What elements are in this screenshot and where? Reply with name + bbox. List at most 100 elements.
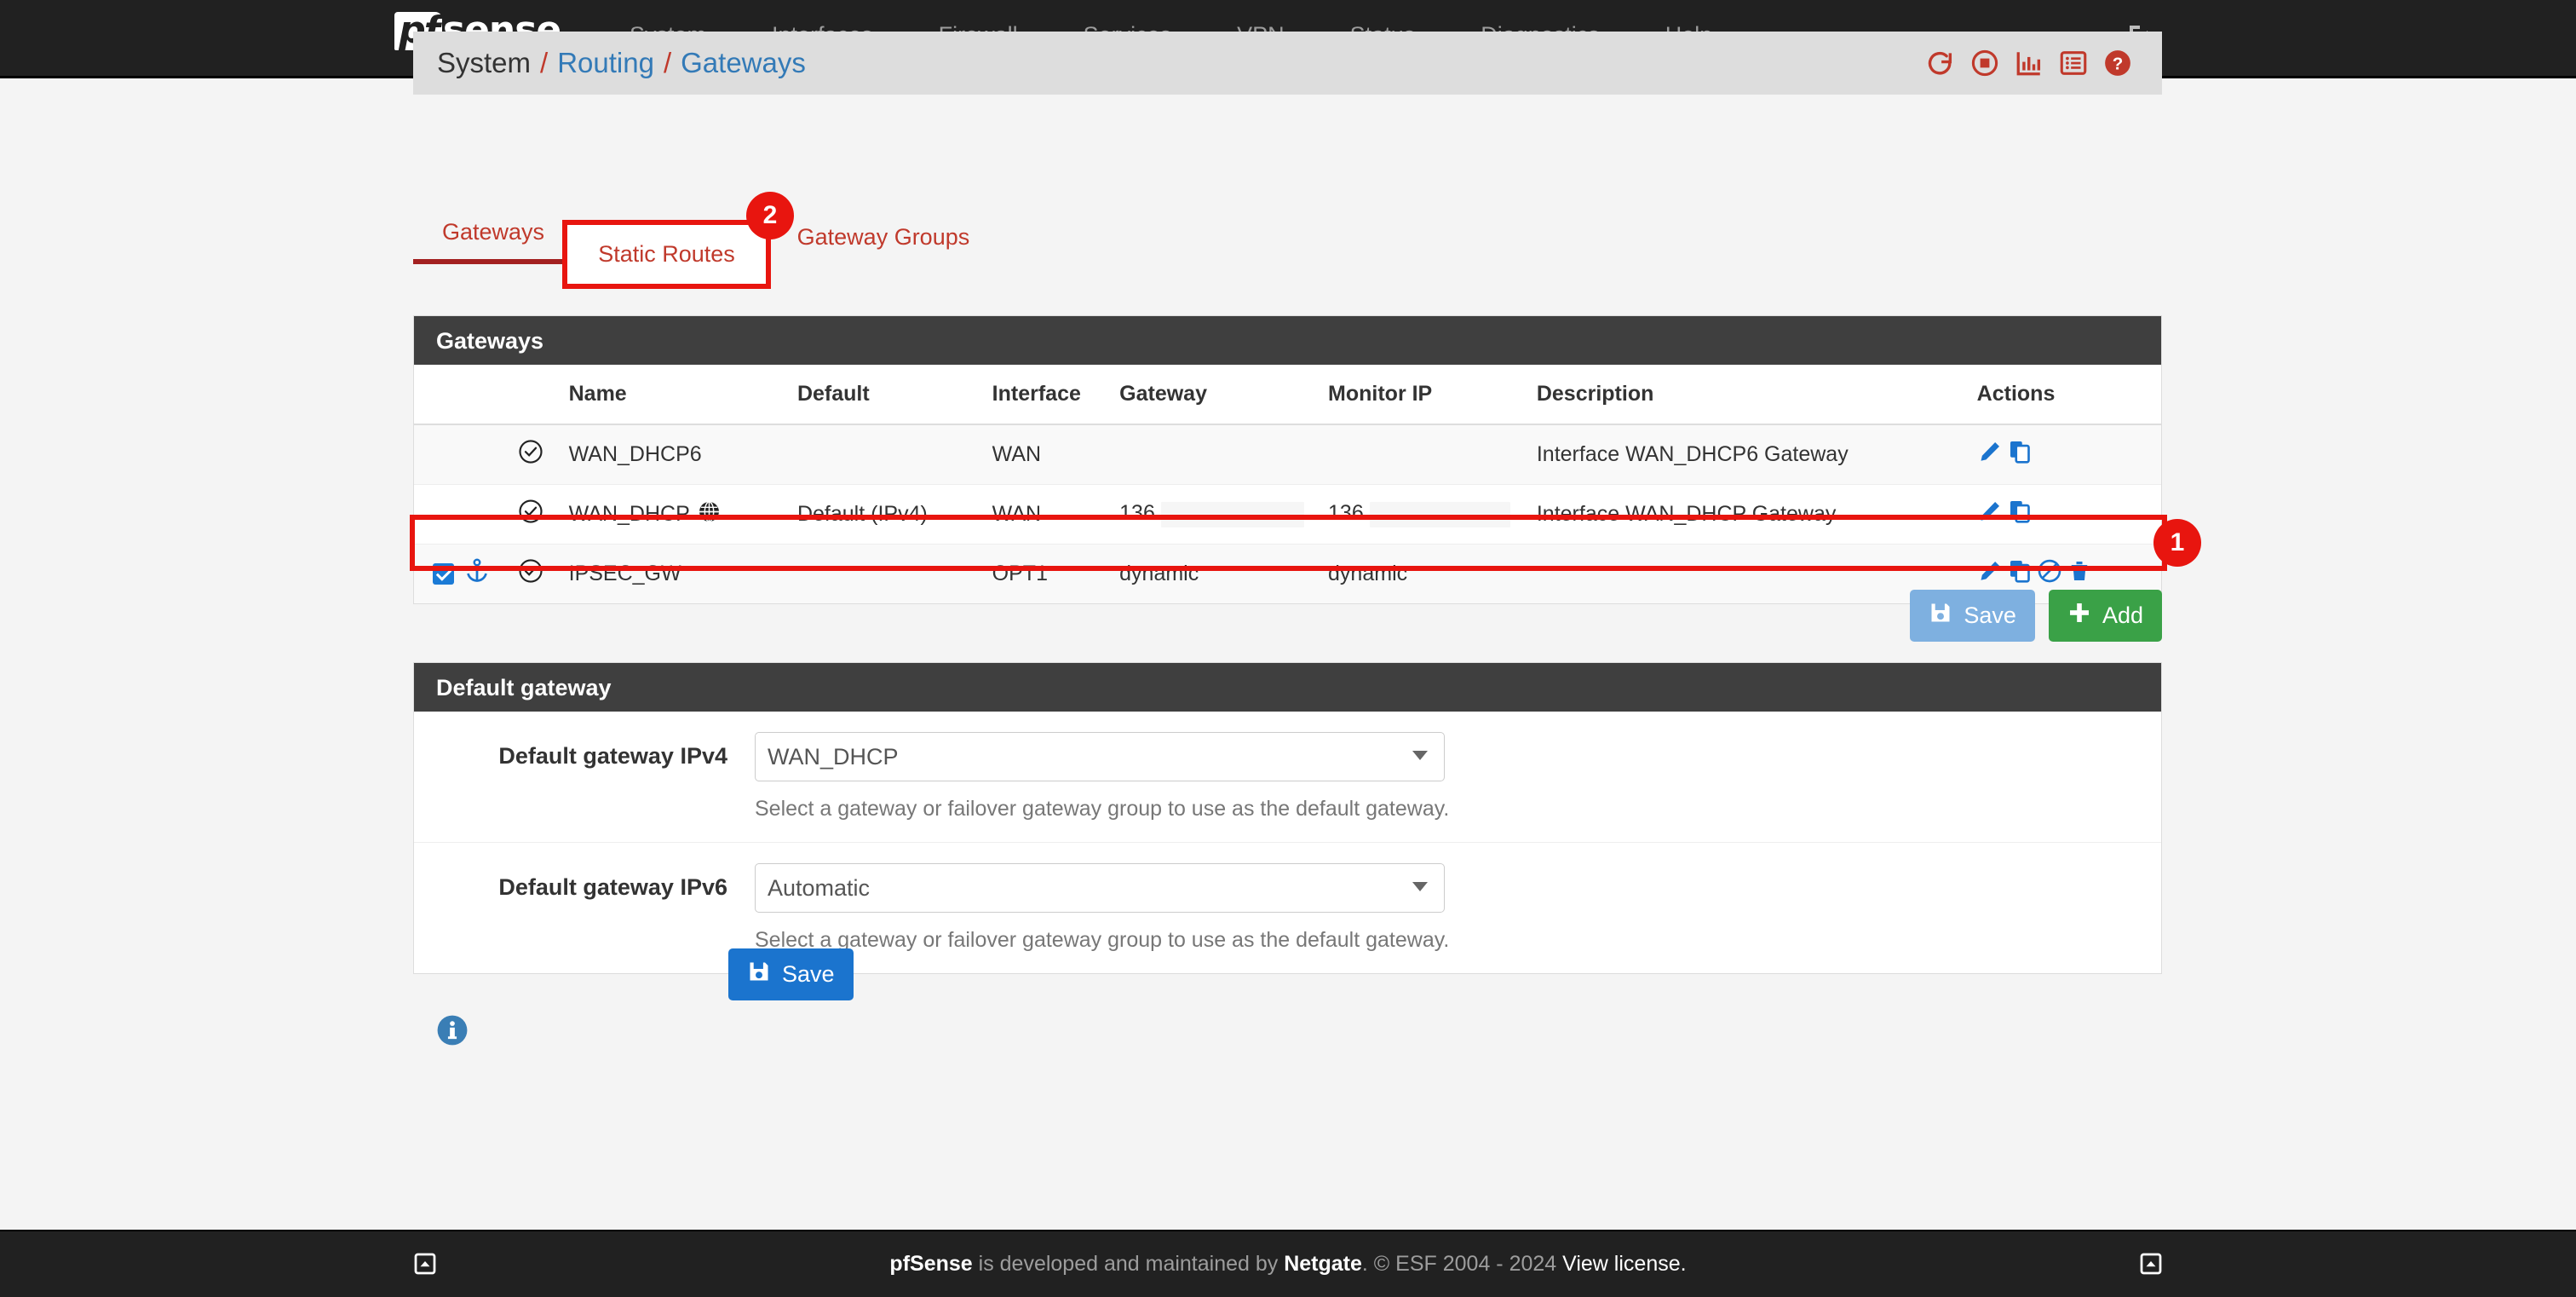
table-row[interactable]: WAN_DHCP Default (IPv4) WAN 136. 136. In… bbox=[414, 484, 2161, 545]
breadcrumb-system: System bbox=[437, 47, 532, 78]
default-gateway-ipv6-field: Automatic Select a gateway or failover g… bbox=[755, 863, 2161, 973]
gateway-name: WAN_DHCP bbox=[568, 502, 690, 526]
bottom-save-button-label: Save bbox=[782, 961, 835, 987]
row-default-cell: Default (IPv4) bbox=[786, 484, 982, 545]
check-circle-icon bbox=[518, 558, 543, 590]
stop-icon[interactable] bbox=[1970, 49, 1999, 78]
row-interface-cell: WAN bbox=[981, 424, 1110, 485]
row-name-cell: WAN_DHCP bbox=[558, 484, 787, 545]
row-monitor-cell bbox=[1318, 424, 1527, 485]
tab-gateways[interactable]: Gateways bbox=[413, 210, 574, 264]
row-checkbox[interactable] bbox=[433, 563, 454, 585]
footer-brand: pfSense bbox=[889, 1252, 973, 1276]
save-button[interactable]: Save bbox=[1910, 590, 2035, 642]
table-row[interactable]: WAN_DHCP6 WAN Interface WAN_DHCP6 Gatewa… bbox=[414, 424, 2161, 485]
save-icon bbox=[747, 960, 771, 989]
chart-icon[interactable] bbox=[2015, 49, 2044, 78]
save-button-label: Save bbox=[1964, 602, 2016, 628]
default-gateway-ipv4-row: Default gateway IPv4 WAN_DHCP Select a g… bbox=[414, 712, 2161, 843]
default-gateway-ipv4-field: WAN_DHCP Select a gateway or failover ga… bbox=[755, 732, 2161, 842]
badge-number: 1 bbox=[2170, 528, 2185, 556]
gateways-table-actions: Save Add bbox=[413, 590, 2162, 642]
row-actions-cell bbox=[1966, 424, 2161, 485]
row-gateway-cell: 136. bbox=[1109, 484, 1319, 545]
footer-mid: is developed and maintained by bbox=[972, 1252, 1285, 1276]
check-circle-icon bbox=[518, 499, 543, 530]
gateways-panel: Gateways Name Default Interface Gateway … bbox=[413, 315, 2162, 604]
row-actions-cell bbox=[1966, 484, 2161, 545]
breadcrumb: System / Routing / Gateways ? bbox=[413, 32, 2162, 95]
default-gateway-panel: Default gateway Default gateway IPv4 WAN… bbox=[413, 662, 2162, 974]
info-icon[interactable] bbox=[436, 1014, 469, 1051]
breadcrumb-gateways[interactable]: Gateways bbox=[681, 47, 806, 79]
gateways-table: Name Default Interface Gateway Monitor I… bbox=[414, 365, 2161, 603]
scroll-to-top-left-icon[interactable] bbox=[412, 1251, 438, 1281]
row-description-cell: Interface WAN_DHCP Gateway bbox=[1526, 484, 1967, 545]
svg-text:?: ? bbox=[2113, 55, 2124, 74]
breadcrumb-routing[interactable]: Routing bbox=[557, 47, 654, 79]
disable-icon[interactable] bbox=[2037, 558, 2062, 590]
badge-number: 2 bbox=[762, 201, 778, 229]
default-gateway-ipv6-help: Select a gateway or failover gateway gro… bbox=[755, 928, 1450, 952]
col-interface: Interface bbox=[981, 365, 1110, 425]
help-icon[interactable]: ? bbox=[2103, 49, 2132, 78]
bottom-save-button[interactable]: Save bbox=[728, 948, 854, 1000]
reload-icon[interactable] bbox=[1926, 49, 1955, 78]
footer-copyright: . © ESF 2004 - 2024 bbox=[1361, 1252, 1563, 1276]
row-default-cell bbox=[786, 424, 982, 485]
row-select-cell bbox=[414, 424, 508, 485]
row-monitor-cell: 136. bbox=[1318, 484, 1527, 545]
row-select-cell bbox=[414, 484, 508, 545]
edit-icon[interactable] bbox=[1977, 499, 2003, 530]
breadcrumb-separator: / bbox=[663, 47, 672, 78]
default-gateway-ipv4-help: Select a gateway or failover gateway gro… bbox=[755, 797, 1450, 821]
scroll-to-top-right-icon[interactable] bbox=[2138, 1251, 2164, 1281]
breadcrumb-actions: ? bbox=[1926, 49, 2132, 78]
default-gateway-ipv4-label: Default gateway IPv4 bbox=[498, 743, 727, 769]
row-status-cell bbox=[507, 484, 559, 545]
tab-label: Static Routes bbox=[598, 241, 735, 267]
delete-icon[interactable] bbox=[2067, 558, 2092, 590]
gateway-ip-prefix: 136. bbox=[1119, 501, 1161, 526]
add-button[interactable]: Add bbox=[2048, 590, 2162, 642]
save-icon bbox=[1929, 601, 1952, 631]
copy-icon[interactable] bbox=[2007, 499, 2033, 530]
check-circle-icon bbox=[518, 439, 543, 470]
default-gateway-ipv6-select[interactable]: Automatic bbox=[755, 863, 1445, 913]
footer: pfSense is developed and maintained by N… bbox=[0, 1230, 2576, 1297]
anchor-icon[interactable] bbox=[464, 558, 490, 590]
log-icon[interactable] bbox=[2059, 49, 2088, 78]
redacted-gateway-ip bbox=[1160, 501, 1304, 527]
tab-static-routes[interactable]: Static Routes bbox=[562, 220, 771, 289]
edit-icon[interactable] bbox=[1977, 558, 2003, 590]
col-actions: Actions bbox=[1966, 365, 2161, 425]
row-interface-cell: WAN bbox=[981, 484, 1110, 545]
default-gateway-ipv4-select[interactable]: WAN_DHCP bbox=[755, 732, 1445, 781]
table-header-row: Name Default Interface Gateway Monitor I… bbox=[414, 365, 2161, 425]
row-gateway-cell bbox=[1109, 424, 1319, 485]
tab-gateway-groups[interactable]: Gateway Groups bbox=[768, 215, 999, 264]
annotation-badge-2: 2 bbox=[746, 192, 794, 239]
col-default: Default bbox=[786, 365, 982, 425]
col-name: Name bbox=[558, 365, 787, 425]
add-button-label: Add bbox=[2102, 602, 2143, 628]
tab-label: Gateway Groups bbox=[796, 224, 970, 250]
default-gateway-ipv6-label: Default gateway IPv6 bbox=[498, 874, 727, 900]
breadcrumb-separator: / bbox=[540, 47, 549, 78]
default-gateway-ipv6-row: Default gateway IPv6 Automatic Select a … bbox=[414, 843, 2161, 973]
pfsense-page: pfsense® COMMUNITY EDITION System Interf… bbox=[0, 0, 2576, 1297]
copy-icon[interactable] bbox=[2007, 558, 2033, 590]
globe-icon bbox=[698, 500, 721, 529]
edit-icon[interactable] bbox=[1977, 439, 2003, 470]
col-status bbox=[507, 365, 559, 425]
footer-text: pfSense is developed and maintained by N… bbox=[889, 1252, 1686, 1277]
plus-icon bbox=[2067, 601, 2091, 631]
copy-icon[interactable] bbox=[2007, 439, 2033, 470]
footer-license-link[interactable]: View license. bbox=[1562, 1252, 1686, 1276]
footer-netgate-link[interactable]: Netgate bbox=[1284, 1252, 1362, 1276]
tab-label: Gateways bbox=[442, 219, 545, 245]
col-description: Description bbox=[1526, 365, 1967, 425]
row-status-cell bbox=[507, 424, 559, 485]
row-name-cell: WAN_DHCP6 bbox=[558, 424, 787, 485]
row-description-cell: Interface WAN_DHCP6 Gateway bbox=[1526, 424, 1967, 485]
